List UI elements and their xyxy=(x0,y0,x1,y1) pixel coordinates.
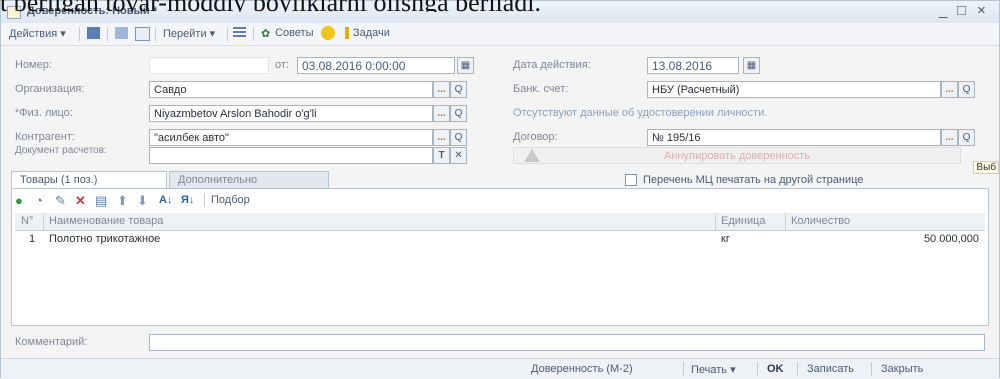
date-from-label: от: xyxy=(275,59,289,71)
counterparty-label: Контрагент: xyxy=(15,131,75,143)
bank-account-label: Банк. счет: xyxy=(513,83,569,95)
search-icon[interactable]: Q xyxy=(450,129,467,146)
row-number: 1 xyxy=(29,233,36,245)
select-items-button[interactable]: Подбор xyxy=(211,194,250,207)
goods-tab-panel xyxy=(11,188,989,326)
footer-divider xyxy=(757,362,758,376)
settlement-doc-label: Документ расчетов: xyxy=(15,145,107,156)
number-label: Номер: xyxy=(15,59,52,71)
delete-row-icon[interactable]: ✕ xyxy=(75,194,86,207)
sort-asc-icon[interactable]: A↓ xyxy=(159,194,172,207)
select-tooltip: Выб xyxy=(973,161,999,174)
footer-divider xyxy=(683,362,684,376)
tasks-button[interactable]: Задачи xyxy=(353,27,390,39)
column-header-unit[interactable]: Единица xyxy=(721,215,766,227)
toolbar: Действия ▾ Перейти ▾ ✿ Советы Задачи xyxy=(1,23,999,46)
column-divider xyxy=(43,213,44,230)
tasks-icon[interactable] xyxy=(345,27,349,39)
column-header-name[interactable]: Наименование товара xyxy=(49,215,163,227)
tab-goods[interactable]: Товары (1 поз.) xyxy=(11,171,167,189)
search-icon[interactable]: Q xyxy=(958,81,975,98)
sort-desc-icon[interactable]: Я↓ xyxy=(181,194,194,207)
calendar-icon[interactable]: ▦ xyxy=(457,57,474,74)
toolbar-divider xyxy=(253,27,254,41)
table-row[interactable]: 1 Полотно трикотажное кг 50 000,000 xyxy=(15,231,985,248)
print-other-page-label: Перечень МЦ печатать на другой странице xyxy=(643,174,864,186)
organization-label: Организация: xyxy=(15,83,85,95)
actions-menu[interactable]: Действия ▾ xyxy=(9,27,66,40)
settlement-doc-field[interactable] xyxy=(149,147,433,164)
goto-menu[interactable]: Перейти ▾ xyxy=(163,27,215,40)
help-icon[interactable] xyxy=(321,26,335,40)
row-quantity: 50 000,000 xyxy=(923,233,979,245)
footer-divider xyxy=(797,362,798,376)
action-date-field[interactable]: 13.08.2016 xyxy=(647,57,739,74)
person-field[interactable]: Niyazmbetov Arslon Bahodir o'g'li xyxy=(149,105,433,122)
structure-icon[interactable] xyxy=(115,27,128,39)
select-organization-button[interactable]: ... xyxy=(433,81,450,98)
select-contract-button[interactable]: ... xyxy=(941,129,958,146)
toolbar-divider xyxy=(227,27,228,41)
calendar-icon[interactable]: ▦ xyxy=(743,57,760,74)
footer-bar: Доверенность (М-2) Печать ▾ OK Записать … xyxy=(1,358,999,379)
goods-table: N° Наименование товара Единица Количеств… xyxy=(15,213,985,248)
column-divider xyxy=(785,213,786,230)
toolbar-divider xyxy=(107,27,108,41)
search-icon[interactable]: Q xyxy=(450,81,467,98)
column-divider xyxy=(715,213,716,230)
action-date-label: Дата действия: xyxy=(513,59,591,71)
tab-additional[interactable]: Дополнительно xyxy=(169,171,329,189)
end-edit-icon[interactable]: ▤ xyxy=(95,194,107,207)
copy-row-icon[interactable]: ◔ xyxy=(35,194,43,207)
row-unit: кг xyxy=(721,233,730,245)
add-row-icon[interactable]: ● xyxy=(15,194,23,207)
contract-label: Договор: xyxy=(513,131,558,143)
save-icon[interactable] xyxy=(87,27,100,39)
search-icon[interactable]: Q xyxy=(958,129,975,146)
contract-field[interactable]: № 195/16 xyxy=(647,129,941,146)
print-other-page-checkbox[interactable] xyxy=(625,174,637,186)
annul-proxy-label: Аннулировать доверенность xyxy=(663,150,811,162)
id-missing-link[interactable]: Отсутствуют данные об удостоверении личн… xyxy=(513,107,767,119)
annul-proxy-button[interactable]: Аннулировать доверенность xyxy=(513,147,961,164)
select-person-button[interactable]: ... xyxy=(433,105,450,122)
comment-label: Комментарий: xyxy=(15,336,88,348)
organization-field[interactable]: Савдо xyxy=(149,81,433,98)
close-button[interactable]: Закрыть xyxy=(881,363,923,375)
copy-icon[interactable] xyxy=(135,27,150,41)
select-bank-account-button[interactable]: ... xyxy=(941,81,958,98)
search-icon[interactable]: Q xyxy=(450,105,467,122)
edit-row-icon[interactable]: ✎ xyxy=(55,194,66,207)
text-edit-icon[interactable]: T xyxy=(433,147,450,164)
column-header-number[interactable]: N° xyxy=(21,215,33,227)
clear-icon[interactable]: ✕ xyxy=(450,147,467,164)
move-down-icon[interactable]: ⬇ xyxy=(137,194,148,207)
toolbar-divider xyxy=(155,27,156,41)
number-field[interactable] xyxy=(149,57,269,74)
print-form-button[interactable]: Доверенность (М-2) xyxy=(531,363,633,375)
select-counterparty-button[interactable]: ... xyxy=(433,129,450,146)
footer-divider xyxy=(871,362,872,376)
person-label: *Физ. лицо: xyxy=(15,107,73,119)
save-button[interactable]: Записать xyxy=(807,363,854,375)
ok-button[interactable]: OK xyxy=(767,363,784,375)
document-window: Доверенность: Новый * _ □ × Действия ▾ П… xyxy=(0,0,1000,379)
comment-field[interactable] xyxy=(149,334,985,351)
table-header: N° Наименование товара Единица Количеств… xyxy=(15,213,985,231)
column-header-quantity[interactable]: Количество xyxy=(791,215,850,227)
tips-icon[interactable]: ✿ xyxy=(261,27,270,40)
toolbar-divider xyxy=(204,193,205,207)
move-up-icon[interactable]: ⬆ xyxy=(117,194,128,207)
tips-button[interactable]: Советы xyxy=(275,27,313,39)
toolbar-divider xyxy=(79,27,80,41)
list-icon[interactable] xyxy=(233,27,246,39)
document-caption-line: t berilgan tovar-moddiy boyliklarni olis… xyxy=(0,0,1000,12)
row-goods-name: Полотно трикотажное xyxy=(49,233,161,245)
print-menu-button[interactable]: Печать ▾ xyxy=(691,363,736,376)
bank-account-field[interactable]: НБУ (Расчетный) xyxy=(647,81,941,98)
counterparty-field[interactable]: "асилбек авто" xyxy=(149,129,433,146)
date-from-field[interactable]: 03.08.2016 0:00:00 xyxy=(297,57,455,74)
